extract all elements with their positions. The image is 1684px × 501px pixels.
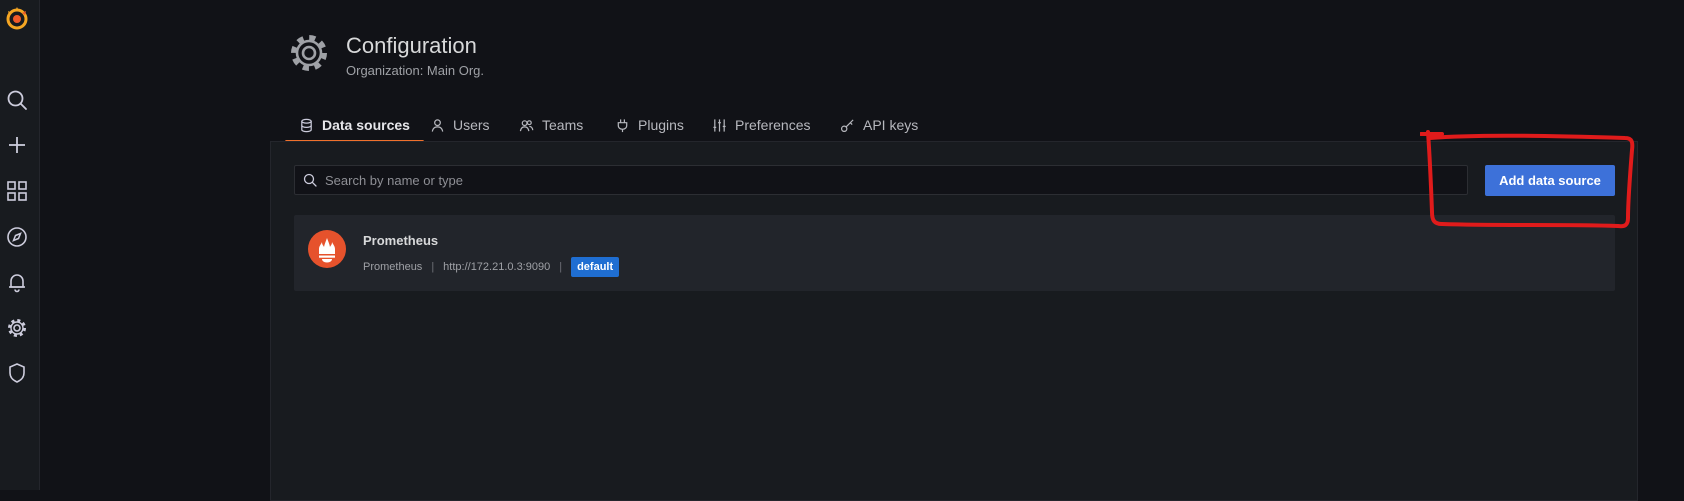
tab-label: API keys <box>863 117 919 133</box>
search-box <box>294 165 1468 195</box>
datasource-url: http://172.21.0.3:9090 <box>443 261 551 273</box>
configuration-gear-icon[interactable] <box>6 317 28 339</box>
tab-teams[interactable]: Teams <box>519 110 583 140</box>
page-title: Configuration <box>346 33 477 58</box>
database-icon <box>301 118 312 132</box>
tab-api-keys[interactable]: API keys <box>840 110 918 140</box>
plug-icon <box>617 118 628 132</box>
annotation-highlight <box>1420 130 1635 229</box>
user-icon <box>431 118 444 132</box>
page-subtitle: Organization: Main Org. <box>346 63 485 78</box>
meta-separator: | <box>431 261 435 273</box>
tab-label: Data sources <box>322 117 410 133</box>
configuration-header-gear-icon <box>291 35 327 71</box>
search-input[interactable] <box>323 171 1467 189</box>
plus-icon[interactable] <box>6 134 28 156</box>
default-badge: default <box>571 257 620 277</box>
tab-label: Teams <box>542 117 584 133</box>
sliders-icon <box>713 118 726 132</box>
tab-data-sources[interactable]: Data sources <box>285 110 424 143</box>
meta-separator: | <box>559 261 563 273</box>
datasource-type: Prometheus <box>363 261 423 273</box>
prometheus-logo-icon <box>308 230 346 268</box>
tab-preferences[interactable]: Preferences <box>712 110 810 140</box>
search-icon[interactable] <box>6 89 28 111</box>
alerting-bell-icon[interactable] <box>6 271 28 293</box>
search-icon <box>303 173 317 187</box>
grafana-logo-icon[interactable] <box>4 5 30 31</box>
users-icon <box>519 119 534 131</box>
tab-users[interactable]: Users <box>430 110 490 140</box>
server-admin-shield-icon[interactable] <box>6 362 28 384</box>
tab-label: Users <box>453 117 490 133</box>
datasource-name: Prometheus <box>363 233 439 248</box>
tab-label: Plugins <box>638 117 684 133</box>
datasource-card-prometheus[interactable]: Prometheus Prometheus | http://172.21.0.… <box>294 215 1615 291</box>
sidebar <box>0 0 40 490</box>
tab-label: Preferences <box>735 117 811 133</box>
key-icon <box>840 118 854 132</box>
dashboards-icon[interactable] <box>6 180 28 202</box>
explore-compass-icon[interactable] <box>6 226 28 248</box>
datasource-meta: Prometheus | http://172.21.0.3:9090 | de… <box>363 257 620 277</box>
tab-plugins[interactable]: Plugins <box>615 110 684 140</box>
